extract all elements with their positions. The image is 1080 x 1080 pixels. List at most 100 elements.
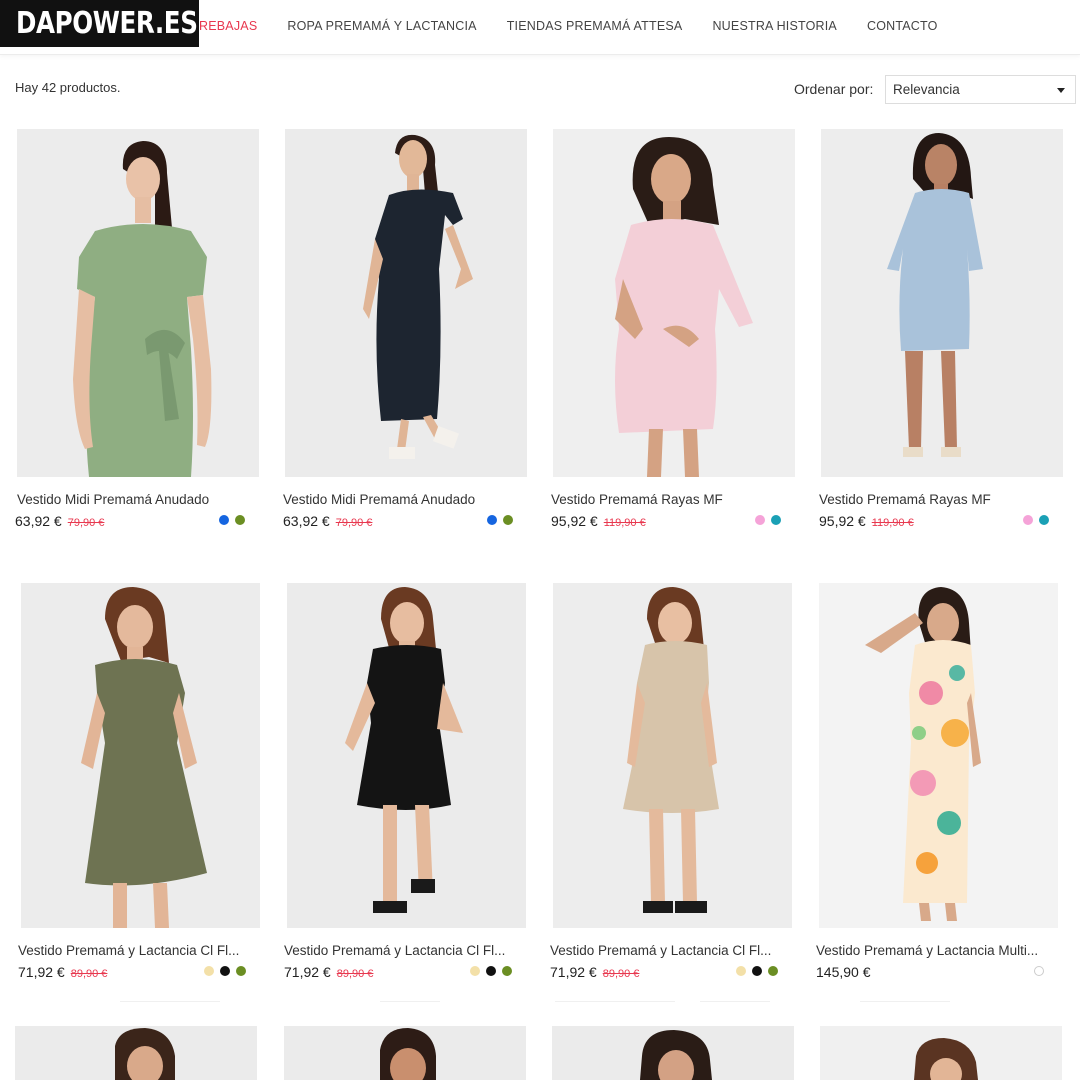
swatch-olive[interactable] xyxy=(236,966,246,976)
product-image[interactable] xyxy=(553,129,795,477)
product-image[interactable] xyxy=(284,1026,526,1080)
product-name[interactable]: Vestido Premamá Rayas MF xyxy=(551,492,793,507)
product-price: 95,92 € 119,90 € xyxy=(551,513,646,529)
product-image[interactable] xyxy=(15,1026,257,1080)
product-price: 145,90 € xyxy=(816,964,871,980)
divider xyxy=(555,1001,675,1002)
divider xyxy=(700,1001,770,1002)
product-card[interactable]: Vestido Premamá Rayas MF 95,92 € 119,90 € xyxy=(819,129,1071,529)
old-price: 79,90 € xyxy=(67,517,105,529)
current-price: 95,92 € xyxy=(551,513,598,529)
product-price: 71,92 € 89,90 € xyxy=(550,964,639,980)
swatch-teal[interactable] xyxy=(771,515,781,525)
site-logo[interactable]: DAPOWER.ES xyxy=(0,0,199,47)
swatch-blue[interactable] xyxy=(219,515,229,525)
swatch-olive[interactable] xyxy=(768,966,778,976)
old-price: 119,90 € xyxy=(603,517,646,529)
color-swatches xyxy=(749,515,781,525)
product-image[interactable] xyxy=(21,583,260,928)
swatch-black[interactable] xyxy=(486,966,496,976)
swatch-beige[interactable] xyxy=(736,966,746,976)
current-price: 63,92 € xyxy=(15,513,62,529)
product-card[interactable] xyxy=(820,1026,1070,1080)
product-price: 63,92 € 79,90 € xyxy=(15,513,104,529)
product-name[interactable]: Vestido Midi Premamá Anudado xyxy=(283,492,525,507)
caret-down-icon xyxy=(1057,88,1065,93)
current-price: 71,92 € xyxy=(550,964,597,980)
color-swatches xyxy=(730,966,778,976)
product-card[interactable]: Vestido Midi Premamá Anudado 63,92 € 79,9… xyxy=(283,129,535,529)
current-price: 95,92 € xyxy=(819,513,866,529)
product-image[interactable] xyxy=(285,129,527,477)
nav-item-rebajas[interactable]: REBAJAS xyxy=(199,19,257,33)
product-name[interactable]: Vestido Premamá y Lactancia Cl Fl... xyxy=(18,943,260,958)
sort-select[interactable]: Relevancia xyxy=(885,75,1076,104)
product-name[interactable]: Vestido Premamá y Lactancia Cl Fl... xyxy=(284,943,526,958)
product-name[interactable]: Vestido Premamá Rayas MF xyxy=(819,492,1061,507)
swatch-black[interactable] xyxy=(752,966,762,976)
product-image[interactable] xyxy=(553,583,792,928)
product-count: Hay 42 productos. xyxy=(15,80,121,95)
color-swatches xyxy=(481,515,513,525)
old-price: 89,90 € xyxy=(336,968,374,980)
swatch-beige[interactable] xyxy=(470,966,480,976)
divider xyxy=(380,1001,440,1002)
color-swatches xyxy=(213,515,245,525)
swatch-pink[interactable] xyxy=(755,515,765,525)
product-card[interactable] xyxy=(552,1026,802,1080)
product-name[interactable]: Vestido Midi Premamá Anudado xyxy=(17,492,259,507)
old-price: 119,90 € xyxy=(871,517,914,529)
current-price: 63,92 € xyxy=(283,513,330,529)
color-swatches xyxy=(1017,515,1049,525)
product-image[interactable] xyxy=(821,129,1063,477)
product-card[interactable] xyxy=(284,1026,534,1080)
old-price: 79,90 € xyxy=(335,517,373,529)
product-price: 71,92 € 89,90 € xyxy=(18,964,107,980)
product-image[interactable] xyxy=(552,1026,794,1080)
swatch-olive[interactable] xyxy=(502,966,512,976)
product-card[interactable]: Vestido Premamá y Lactancia Multi... 145… xyxy=(816,583,1069,980)
current-price: 71,92 € xyxy=(284,964,331,980)
swatch-olive[interactable] xyxy=(235,515,245,525)
product-card[interactable]: Vestido Premamá Rayas MF 95,92 € 119,90 € xyxy=(551,129,803,529)
product-image[interactable] xyxy=(17,129,259,477)
color-swatches xyxy=(198,966,246,976)
nav-item-ropa-premama[interactable]: ROPA PREMAMÁ Y LACTANCIA xyxy=(287,19,476,33)
swatch-pink[interactable] xyxy=(1023,515,1033,525)
product-price: 95,92 € 119,90 € xyxy=(819,513,914,529)
product-price: 63,92 € 79,90 € xyxy=(283,513,372,529)
old-price: 89,90 € xyxy=(70,968,108,980)
product-name[interactable]: Vestido Premamá y Lactancia Multi... xyxy=(816,943,1058,958)
product-image[interactable] xyxy=(287,583,526,928)
nav-item-contacto[interactable]: CONTACTO xyxy=(867,19,938,33)
sort-select-value: Relevancia xyxy=(893,82,960,97)
current-price: 145,90 € xyxy=(816,964,871,980)
swatch-teal[interactable] xyxy=(1039,515,1049,525)
swatch-black[interactable] xyxy=(220,966,230,976)
color-swatches xyxy=(464,966,512,976)
nav-item-tiendas[interactable]: TIENDAS PREMAMÁ ATTESA xyxy=(507,19,683,33)
product-card[interactable]: Vestido Premamá y Lactancia Cl Fl... 71,… xyxy=(18,583,271,980)
logo-text: DAPOWER.ES xyxy=(16,6,198,41)
product-price: 71,92 € 89,90 € xyxy=(284,964,373,980)
product-image[interactable] xyxy=(820,1026,1062,1080)
color-swatches xyxy=(1028,966,1044,976)
swatch-blue[interactable] xyxy=(487,515,497,525)
nav-item-historia[interactable]: NUESTRA HISTORIA xyxy=(712,19,837,33)
swatch-beige[interactable] xyxy=(204,966,214,976)
current-price: 71,92 € xyxy=(18,964,65,980)
site-header: DAPOWER.ES REBAJAS ROPA PREMAMÁ Y LACTAN… xyxy=(0,0,1080,55)
divider xyxy=(860,1001,950,1002)
swatch-olive[interactable] xyxy=(503,515,513,525)
main-nav: REBAJAS ROPA PREMAMÁ Y LACTANCIA TIENDAS… xyxy=(199,0,968,52)
product-card[interactable]: Vestido Premamá y Lactancia Cl Fl... 71,… xyxy=(550,583,803,980)
product-card[interactable]: Vestido Midi Premamá Anudado 63,92 € 79,9… xyxy=(15,129,267,529)
swatch-white[interactable] xyxy=(1034,966,1044,976)
old-price: 89,90 € xyxy=(602,968,640,980)
divider xyxy=(120,1001,220,1002)
product-name[interactable]: Vestido Premamá y Lactancia Cl Fl... xyxy=(550,943,792,958)
product-card[interactable]: Vestido Premamá y Lactancia Cl Fl... 71,… xyxy=(284,583,537,980)
sort-label: Ordenar por: xyxy=(794,81,874,97)
product-image[interactable] xyxy=(819,583,1058,928)
product-card[interactable] xyxy=(15,1026,265,1080)
